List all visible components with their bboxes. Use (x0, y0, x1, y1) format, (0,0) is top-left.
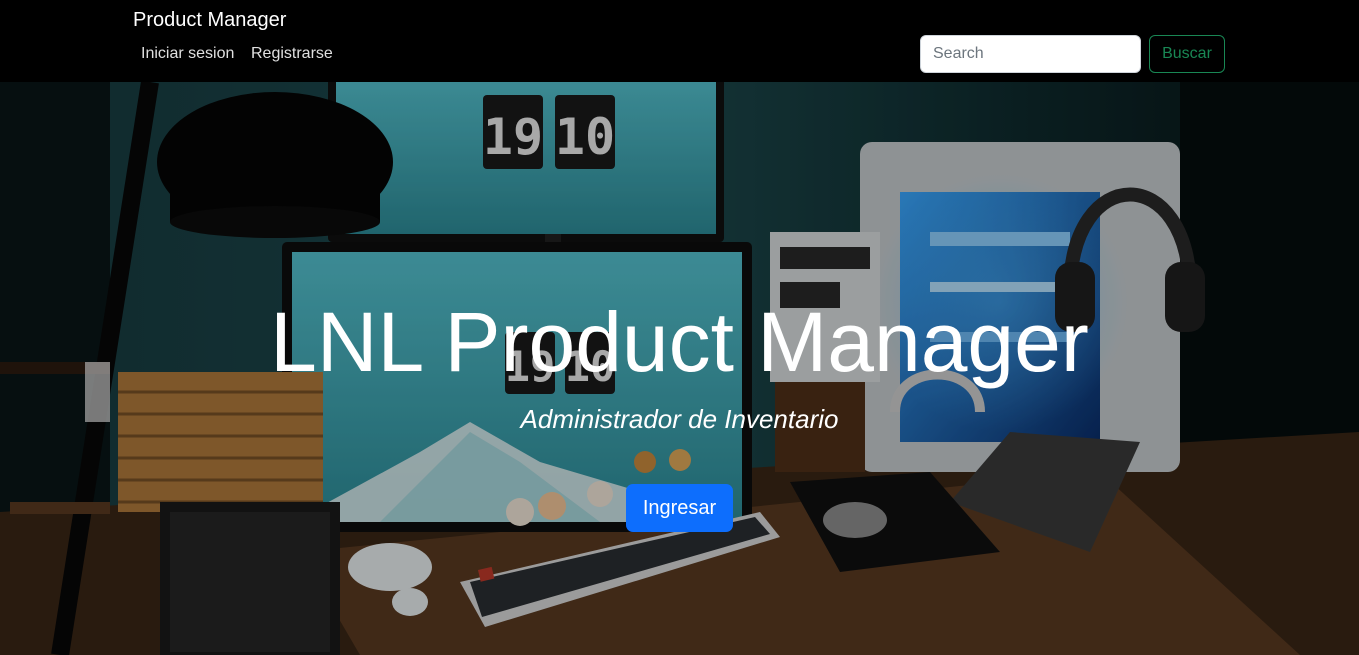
navbar-brand[interactable]: Product Manager (133, 8, 286, 32)
nav-link-login[interactable]: Iniciar sesion (141, 44, 234, 64)
nav-link-register[interactable]: Registrarse (251, 44, 333, 64)
hero-section: 19 10 19 10 LNL Product Manager Administ… (0, 82, 1359, 655)
search-input[interactable] (920, 35, 1141, 73)
navbar: Product Manager Iniciar sesion Registrar… (0, 0, 1359, 82)
hero-title: LNL Product Manager (270, 295, 1089, 389)
hero-subtitle: Administrador de Inventario (520, 404, 839, 434)
search-button[interactable]: Buscar (1149, 35, 1225, 73)
ingresar-button[interactable]: Ingresar (626, 484, 733, 532)
